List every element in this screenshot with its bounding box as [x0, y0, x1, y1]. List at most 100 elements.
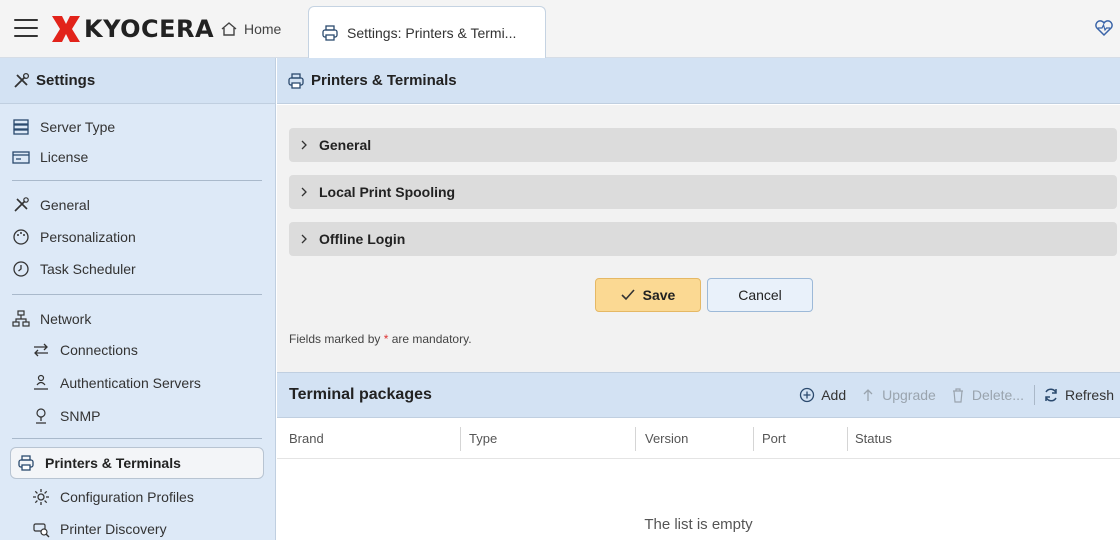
column-divider[interactable] [753, 427, 754, 451]
sidebar-item-label: Authentication Servers [60, 375, 201, 391]
empty-list-message: The list is empty [644, 516, 753, 533]
clock-icon [13, 261, 29, 277]
sidebar-item-general[interactable]: General [12, 196, 90, 214]
sidebar-item-label: Printer Discovery [60, 521, 167, 537]
network-icon [12, 310, 30, 327]
section-general[interactable]: General [289, 128, 1117, 162]
sidebar-title: Settings [36, 72, 96, 89]
settings-form: General Local Print Spooling Offline Log… [277, 105, 1120, 372]
chevron-right-icon [301, 187, 307, 197]
terminal-packages-title: Terminal packages [289, 386, 432, 403]
server-icon [13, 119, 29, 135]
sidebar-item-label: License [40, 149, 89, 165]
column-divider[interactable] [847, 427, 848, 451]
arrows-icon [34, 343, 48, 357]
printer-icon [322, 25, 338, 41]
add-button[interactable]: Add [799, 387, 846, 403]
chevron-right-icon [301, 140, 307, 150]
section-label: Local Print Spooling [319, 184, 456, 200]
refresh-button-label: Refresh [1064, 387, 1114, 403]
terminal-packages-toolbar: Add Upgrade Delete... Refresh [785, 385, 1114, 405]
sidebar-item-snmp[interactable]: SNMP [32, 407, 100, 425]
column-header-status[interactable]: Status [855, 431, 892, 446]
section-label: General [319, 137, 372, 153]
sidebar-item-personalization[interactable]: Personalization [12, 228, 136, 246]
delete-button-label: Delete... [971, 387, 1024, 403]
sidebar-item-label: General [40, 197, 90, 213]
column-divider[interactable] [460, 427, 461, 451]
mandatory-note-prefix: Fields marked by [289, 332, 384, 346]
delete-button[interactable]: Delete... [950, 387, 1024, 403]
sidebar-item-label: Printers & Terminals [45, 455, 181, 471]
tab-home[interactable]: Home [220, 20, 281, 38]
license-icon [12, 151, 30, 164]
printer-icon [288, 72, 304, 89]
sidebar-item-network[interactable]: Network [12, 310, 91, 328]
settings-sidebar: Settings Server Type License General Per… [0, 58, 276, 540]
auth-server-icon [34, 374, 48, 390]
sidebar-item-label: Server Type [40, 119, 116, 135]
column-header-version[interactable]: Version [645, 431, 688, 446]
cancel-button-label: Cancel [738, 287, 782, 303]
save-button-label: Save [642, 287, 676, 303]
printer-search-icon [33, 523, 50, 538]
section-local-print-spooling[interactable]: Local Print Spooling [289, 175, 1117, 209]
arrow-up-icon [863, 389, 873, 401]
sidebar-item-label: Personalization [40, 229, 136, 245]
terminal-packages-columns: Brand Type Version Port Status [277, 419, 1120, 459]
terminal-packages-header: Terminal packages Add Upgrade Delete... … [277, 372, 1120, 418]
main-content: Printers & Terminals General Local Print… [277, 58, 1120, 540]
upgrade-button-label: Upgrade [882, 387, 936, 403]
home-icon [221, 22, 237, 36]
refresh-button[interactable]: Refresh [1043, 387, 1114, 403]
upgrade-button[interactable]: Upgrade [860, 387, 936, 403]
trash-icon [952, 388, 963, 403]
sidebar-item-authentication-servers[interactable]: Authentication Servers [32, 374, 201, 392]
toolbar-divider [1033, 385, 1035, 405]
sidebar-item-task-scheduler[interactable]: Task Scheduler [12, 260, 136, 278]
plus-circle-icon [800, 387, 815, 403]
column-header-brand[interactable]: Brand [289, 431, 324, 446]
mandatory-note-suffix: are mandatory. [388, 332, 472, 346]
column-divider[interactable] [635, 427, 636, 451]
page-header: Printers & Terminals [277, 58, 1120, 104]
sidebar-item-label: Connections [60, 342, 138, 358]
column-header-port[interactable]: Port [762, 431, 786, 446]
tools-icon [14, 72, 30, 88]
sidebar-divider [12, 438, 262, 439]
section-label: Offline Login [319, 231, 406, 247]
tab-settings-label: Settings: Printers & Termi... [347, 25, 517, 41]
sidebar-item-label: Network [40, 311, 92, 327]
cancel-button[interactable]: Cancel [707, 278, 813, 312]
tab-settings-printers[interactable]: Settings: Printers & Termi... [308, 6, 546, 59]
brand-name: KYOCERA [84, 15, 215, 43]
refresh-icon [1045, 388, 1057, 402]
sidebar-item-connections[interactable]: Connections [32, 341, 138, 359]
mandatory-note: Fields marked by * are mandatory. [289, 332, 472, 346]
sidebar-item-label: SNMP [60, 408, 101, 424]
top-bar: KYOCERA Home Settings: Printers & Termi.… [0, 0, 1120, 59]
sidebar-item-label: Task Scheduler [40, 261, 136, 277]
section-offline-login[interactable]: Offline Login [289, 222, 1117, 256]
sidebar-divider [12, 294, 262, 295]
snmp-icon [36, 408, 46, 424]
palette-icon [13, 229, 29, 245]
sidebar-item-printer-discovery[interactable]: Printer Discovery [32, 520, 167, 538]
kyocera-logo[interactable]: KYOCERA [52, 14, 214, 44]
chevron-right-icon [301, 234, 307, 244]
kyocera-logo-mark-icon [52, 16, 80, 42]
sidebar-item-label: Configuration Profiles [60, 489, 194, 505]
printer-icon [18, 455, 34, 471]
sidebar-item-license[interactable]: License [12, 148, 88, 166]
gear-icon [33, 489, 49, 505]
save-button[interactable]: Save [595, 278, 701, 312]
column-header-type[interactable]: Type [469, 431, 497, 446]
tools-icon [14, 197, 29, 212]
hamburger-menu-icon[interactable] [14, 19, 38, 37]
tab-home-label: Home [244, 21, 282, 37]
sidebar-divider [12, 180, 262, 181]
sidebar-item-printers-terminals[interactable]: Printers & Terminals [10, 447, 264, 479]
sidebar-item-configuration-profiles[interactable]: Configuration Profiles [32, 488, 194, 506]
heart-pulse-icon[interactable] [1094, 19, 1114, 37]
sidebar-item-server-type[interactable]: Server Type [12, 118, 115, 136]
